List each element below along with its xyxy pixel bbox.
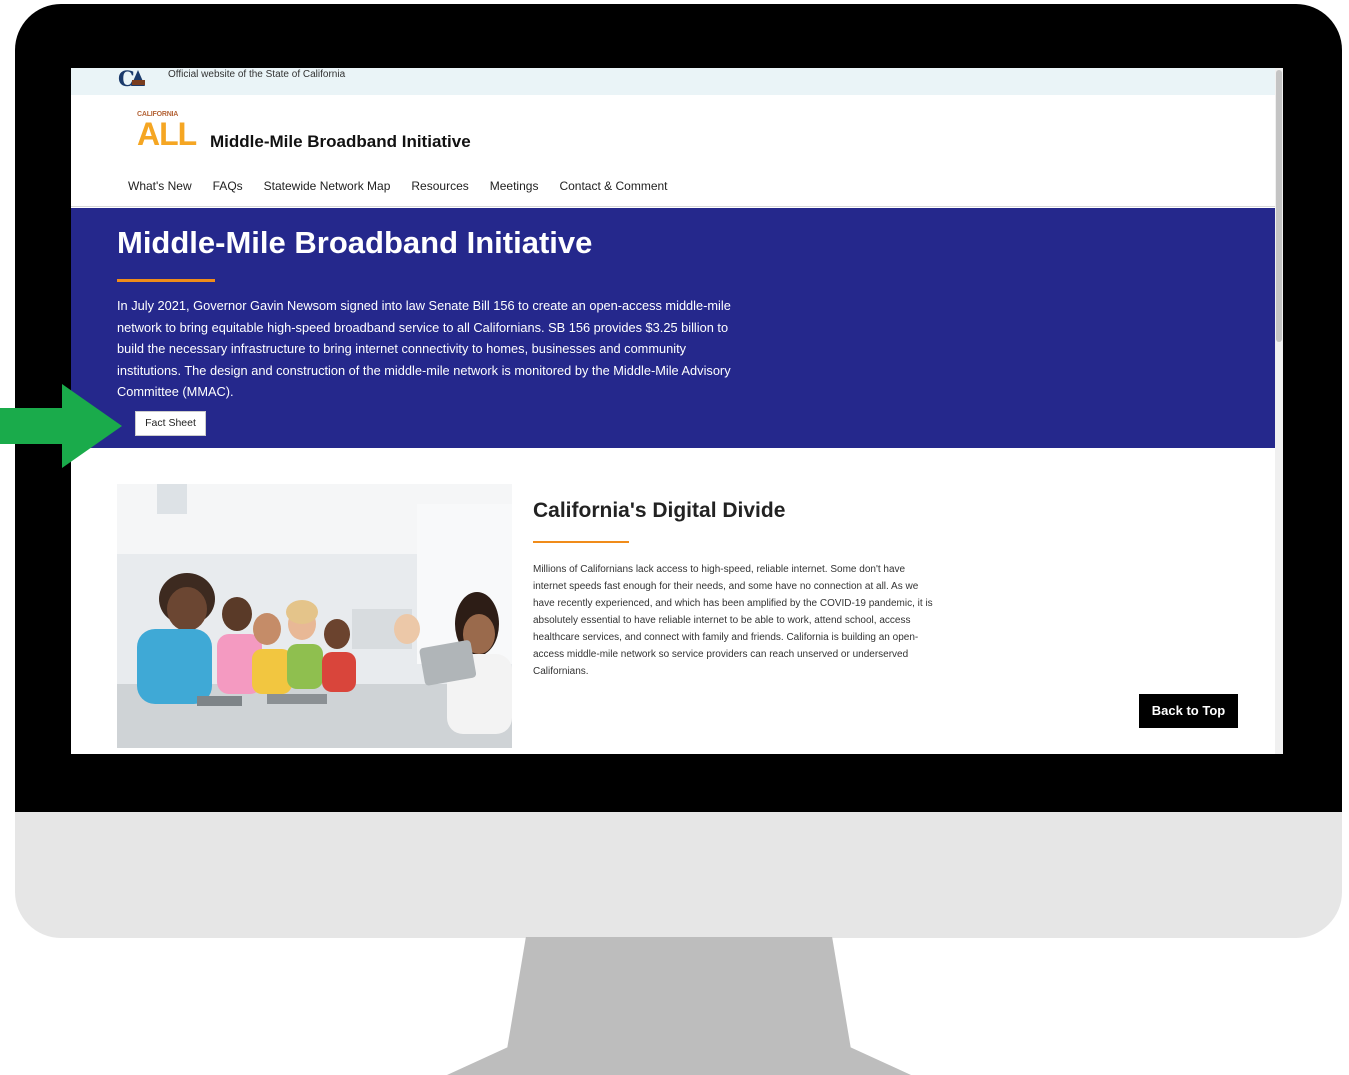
green-arrow-icon: [0, 384, 122, 468]
hero-accent-rule: [117, 279, 215, 282]
nav-item-whats-new[interactable]: What's New: [128, 179, 192, 193]
section-description: Millions of Californians lack access to …: [533, 564, 933, 677]
fact-sheet-button[interactable]: Fact Sheet: [135, 411, 206, 436]
official-website-bar: C Official website of the State of Calif…: [71, 68, 1275, 95]
classroom-photo: [117, 484, 512, 748]
section-accent-rule: [533, 541, 629, 543]
monitor-stand: [447, 937, 911, 1075]
official-website-text: Official website of the State of Califor…: [168, 69, 346, 80]
section-title: California's Digital Divide: [533, 499, 786, 522]
site-header: CALIFORNIA ALL Middle-Mile Broadband Ini…: [71, 95, 1275, 207]
nav-item-resources[interactable]: Resources: [411, 179, 468, 193]
vertical-scrollbar[interactable]: [1275, 68, 1283, 754]
california-state-logo-icon: C: [118, 68, 145, 90]
nav-item-statewide-network-map[interactable]: Statewide Network Map: [264, 179, 391, 193]
svg-text:C: C: [118, 68, 135, 90]
nav-item-faqs[interactable]: FAQs: [213, 179, 243, 193]
site-title[interactable]: Middle-Mile Broadband Initiative: [210, 132, 471, 152]
logo-big-text: ALL: [137, 116, 197, 152]
nav-item-contact-comment[interactable]: Contact & Comment: [559, 179, 667, 193]
hero-title: Middle-Mile Broadband Initiative: [117, 225, 593, 260]
main-nav: What's New FAQs Statewide Network Map Re…: [128, 179, 668, 193]
monitor-chin: [15, 812, 1342, 938]
california-all-logo[interactable]: CALIFORNIA ALL: [135, 111, 197, 155]
back-to-top-button[interactable]: Back to Top: [1139, 694, 1238, 728]
browser-screen: C Official website of the State of Calif…: [71, 68, 1283, 754]
hero-banner: Middle-Mile Broadband Initiative In July…: [71, 208, 1275, 448]
hero-description: In July 2021, Governor Gavin Newsom sign…: [117, 298, 731, 399]
nav-item-meetings[interactable]: Meetings: [490, 179, 539, 193]
scrollbar-thumb[interactable]: [1276, 70, 1282, 342]
